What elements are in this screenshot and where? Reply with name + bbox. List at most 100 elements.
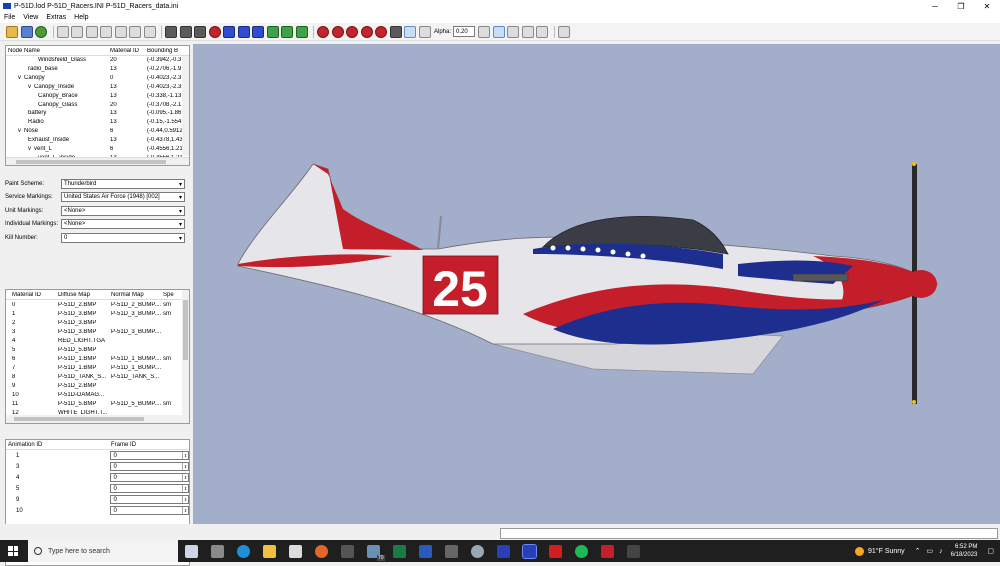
materials-table[interactable]: Material ID Diffuse Map Normal Map Spe 0… [5, 289, 190, 424]
node-tree-hscroll[interactable] [6, 157, 189, 165]
tree-row[interactable]: v vent_L 6 (-0.4556,1.21 [6, 144, 189, 153]
red-cube-icon[interactable] [208, 25, 221, 38]
col-bounding[interactable]: Bounding B [147, 48, 185, 54]
node-tree[interactable]: Node Name Material ID Bounding B Windshi… [5, 45, 190, 166]
alpha-input[interactable]: 0.20 [453, 26, 476, 37]
minimize-icon[interactable]: ─ [922, 0, 948, 12]
tree-row[interactable]: Canopy_Glass 20 (-0.3708,-2.1 [6, 100, 189, 109]
vscroll-thumb[interactable] [183, 300, 188, 360]
edge-icon[interactable] [236, 544, 250, 558]
menu-view[interactable]: View [19, 14, 42, 21]
tree-row[interactable]: radio_base 13 (-0.2706,-1.9 [6, 65, 189, 74]
view-top-icon[interactable] [129, 25, 141, 38]
game-app-icon[interactable] [496, 544, 510, 558]
kill-number-select[interactable]: 0 ▾ [61, 232, 185, 243]
green-box-icon[interactable] [266, 25, 279, 38]
tree-row[interactable]: Windshield_Glass 20 (-0.3942,-0.3 [6, 56, 189, 65]
clock[interactable]: 6:52 PM 6/18/2023 [951, 543, 978, 559]
sphere-icon[interactable] [389, 25, 402, 38]
mail-icon[interactable]: 70 [366, 544, 385, 561]
network-icon[interactable]: ▭ [927, 547, 934, 555]
service-markings-select[interactable]: United States Air Force (1948) [002] ▾ [61, 192, 185, 203]
frame-id-stepper[interactable]: 0 ⇕ [110, 484, 189, 493]
bounding-box-icon[interactable] [223, 25, 235, 38]
cortana-icon[interactable] [184, 544, 198, 558]
red-shape-icon[interactable] [317, 25, 329, 38]
notification-icon[interactable]: ▢ [987, 547, 994, 555]
tree-row[interactable]: battery 13 (-0.095,-1.86 [6, 109, 189, 118]
col-animation-id[interactable]: Animation ID [6, 442, 111, 448]
frame-id-stepper[interactable]: 0 ⇕ [110, 495, 189, 504]
spinner-arrows-icon[interactable]: ⇕ [182, 496, 188, 503]
box-outline-icon[interactable] [521, 25, 534, 38]
frame-icon[interactable] [478, 25, 491, 38]
spinner-arrows-icon[interactable]: ⇕ [182, 507, 188, 514]
menu-file[interactable]: File [0, 14, 19, 21]
export-icon[interactable] [536, 25, 549, 38]
frame-id-stepper[interactable]: 0 ⇕ [110, 506, 189, 515]
col-material-id[interactable]: Material ID [6, 292, 58, 298]
green-blue-box-icon[interactable] [295, 25, 308, 38]
tree-row[interactable]: v Canopy_Inside 13 (-0.4023,-2.3 [6, 83, 189, 92]
lod-viewer-icon[interactable] [521, 543, 537, 559]
view-right-icon[interactable] [114, 25, 127, 38]
frame-id-stepper[interactable]: 0 ⇕ [110, 473, 189, 482]
frame-id-stepper[interactable]: 0 ⇕ [110, 451, 189, 460]
table-row[interactable]: 7 P-51D_1.BMP P-51D_1_BUMP.... [6, 363, 189, 372]
task-view-icon[interactable] [210, 544, 224, 558]
red-shape-3-icon[interactable] [346, 25, 358, 38]
excel-icon[interactable] [392, 544, 406, 558]
grid-icon[interactable] [492, 25, 505, 38]
col-node-name[interactable]: Node Name [6, 48, 110, 54]
col-diffuse-map[interactable]: Diffuse Map [58, 292, 111, 298]
col-normal-map[interactable]: Normal Map [111, 292, 163, 298]
frame-id-stepper[interactable]: 0 ⇕ [110, 462, 189, 471]
globe-app-icon[interactable] [470, 544, 484, 558]
expand-chevron-icon[interactable]: v [18, 128, 21, 134]
expand-chevron-icon[interactable]: v [28, 84, 31, 90]
view-back-icon[interactable] [85, 25, 98, 38]
spinner-arrows-icon[interactable]: ⇕ [182, 452, 188, 459]
chevron-up-icon[interactable]: ⌃ [915, 547, 921, 555]
menu-extras[interactable]: Extras [42, 14, 70, 21]
table-row[interactable]: 4 RED_LIGHT.TGA [6, 336, 189, 345]
axis-icon[interactable] [507, 25, 520, 38]
photo-app-icon[interactable] [444, 544, 458, 558]
wireframe-icon[interactable] [404, 25, 416, 38]
red-circle-icon[interactable] [360, 25, 373, 38]
3d-viewport[interactable]: 25 [193, 44, 1000, 524]
table-row[interactable]: 2 P-51D_3.BMP [6, 318, 189, 327]
col-specular[interactable]: Spe [163, 292, 177, 298]
file-explorer-icon[interactable] [262, 544, 276, 558]
shield-app-icon[interactable] [600, 544, 614, 558]
materials-vscroll[interactable] [182, 290, 189, 423]
menu-help[interactable]: Help [70, 14, 92, 21]
table-row[interactable]: 6 P-51D_1.BMP P-51D_1_BUMP.... sm [6, 354, 189, 363]
store-icon[interactable] [288, 544, 302, 558]
word-icon[interactable] [418, 544, 432, 558]
utility-app-icon[interactable] [626, 544, 640, 558]
table-row[interactable]: 1 P-51D_3.BMP P-51D_3_BUMP.... sm [6, 309, 189, 318]
col-frame-id[interactable]: Frame ID [111, 442, 136, 448]
materials-hscroll[interactable] [6, 415, 184, 423]
node-tree-vscroll[interactable] [182, 56, 189, 156]
view-front-icon[interactable] [71, 25, 83, 38]
save-icon[interactable] [20, 25, 33, 38]
spinner-arrows-icon[interactable]: ⇕ [182, 485, 188, 492]
table-row[interactable]: 3 P-51D_3.BMP P-51D_3_BUMP.... [6, 327, 189, 336]
tree-row[interactable]: v Nose 6 (-0.44,0.5912 [6, 127, 189, 136]
hscroll-thumb[interactable] [16, 160, 166, 164]
taskbar-search[interactable]: Type here to search [28, 540, 178, 562]
view-bottom-icon[interactable] [143, 25, 156, 38]
text-tool-icon[interactable] [35, 25, 47, 38]
tree-row[interactable]: Canopy_Brace 13 (-0.338,-1.13 [6, 91, 189, 100]
weather-text[interactable]: 91°F Sunny [868, 548, 905, 555]
spotify-icon[interactable] [574, 544, 588, 558]
shaded-cube-icon[interactable] [179, 25, 192, 38]
volume-icon[interactable]: ♪ [939, 548, 943, 555]
hscroll-thumb[interactable] [14, 417, 144, 421]
col-material-id[interactable]: Material ID [110, 48, 147, 54]
open-folder-icon[interactable] [6, 25, 18, 38]
expand-chevron-icon[interactable]: v [28, 146, 31, 152]
table-row[interactable]: 10 P-51D-DAMAG... [6, 390, 189, 399]
